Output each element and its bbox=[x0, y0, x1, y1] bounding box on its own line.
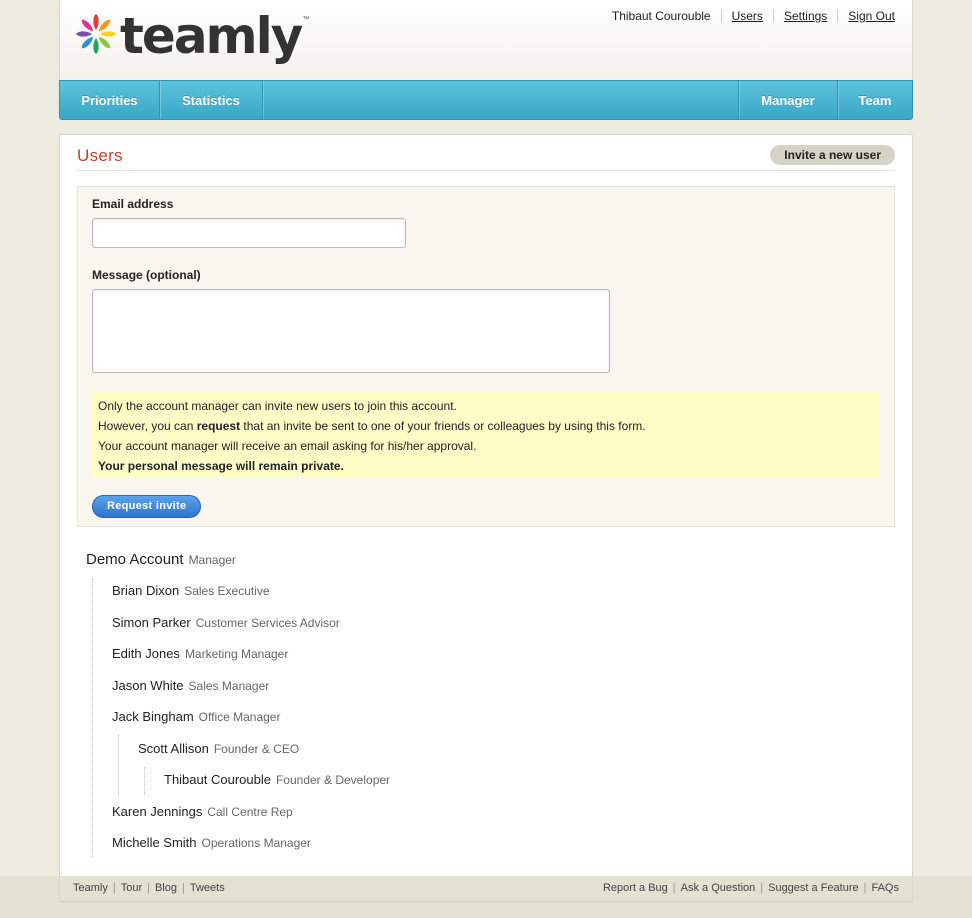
notice-line: However, you can request that an invite … bbox=[98, 419, 646, 433]
tree-member: Karen Jennings Call Centre Rep bbox=[112, 804, 293, 819]
footer: Teamly | Tour | Blog | Tweets Report a Bug |… bbox=[0, 876, 972, 918]
member-name[interactable]: Jack Bingham bbox=[112, 709, 194, 724]
footer-link-tour[interactable]: Tour bbox=[121, 882, 142, 894]
title-divider bbox=[77, 170, 895, 171]
footer-link-blog[interactable]: Blog bbox=[155, 882, 177, 894]
content-panel: Users Invite a new user Email address Me… bbox=[59, 134, 913, 903]
nav-divider bbox=[262, 81, 263, 119]
footer-link-suggest-feature[interactable]: Suggest a Feature bbox=[768, 882, 859, 894]
invite-notice: Only the account manager can invite new … bbox=[92, 391, 880, 477]
member-role: Sales Manager bbox=[188, 678, 270, 693]
footer-link-teamly[interactable]: Teamly bbox=[73, 882, 108, 894]
tree-member: Edith Jones Marketing Manager bbox=[112, 646, 288, 661]
tree-root: Demo Account Manager bbox=[86, 551, 236, 568]
tree-member: Jack Bingham Office Manager bbox=[112, 709, 280, 724]
tree-guide-line bbox=[118, 735, 119, 795]
member-role: Sales Executive bbox=[184, 584, 270, 598]
teamly-logo[interactable]: teamly ™ bbox=[76, 7, 310, 72]
current-username: Thibaut Courouble bbox=[611, 9, 711, 23]
account-name[interactable]: Demo Account bbox=[86, 551, 184, 568]
nav-manager[interactable]: Manager bbox=[739, 81, 837, 119]
member-name[interactable]: Jason White bbox=[112, 678, 184, 693]
email-field[interactable] bbox=[92, 218, 406, 248]
member-role: Marketing Manager bbox=[184, 647, 289, 661]
member-role: Customer Services Advisor bbox=[195, 615, 340, 630]
tree-member: Thibaut Courouble Founder & Developer bbox=[164, 772, 390, 787]
invite-form: Email address Message (optional) Only th… bbox=[77, 186, 895, 527]
settings-link[interactable]: Settings bbox=[784, 9, 827, 23]
invite-new-user-button[interactable]: Invite a new user bbox=[770, 145, 895, 165]
tree-member: Jason White Sales Manager bbox=[112, 678, 269, 693]
member-role: Founder & CEO bbox=[213, 741, 300, 756]
footer-link-tweets[interactable]: Tweets bbox=[190, 882, 225, 894]
nav-statistics[interactable]: Statistics bbox=[160, 81, 262, 119]
footer-link-faqs[interactable]: FAQs bbox=[871, 882, 899, 894]
member-name[interactable]: Scott Allison bbox=[138, 741, 209, 756]
email-label: Email address bbox=[92, 197, 174, 211]
member-name[interactable]: Simon Parker bbox=[112, 615, 191, 630]
member-role: Office Manager bbox=[198, 710, 281, 724]
request-invite-button[interactable]: Request invite bbox=[92, 495, 202, 518]
member-name[interactable]: Karen Jennings bbox=[112, 804, 202, 819]
member-name[interactable]: Brian Dixon bbox=[112, 583, 179, 598]
message-label: Message (optional) bbox=[92, 268, 201, 282]
tree-guide-line bbox=[144, 767, 145, 795]
tree-member: Brian Dixon Sales Executive bbox=[112, 583, 270, 598]
header: teamly ™ Thibaut Courouble Users Setting… bbox=[59, 0, 913, 80]
user-nav: Thibaut Courouble Users Settings Sign Ou… bbox=[612, 9, 895, 23]
footer-links-right: Report a Bug | Ask a Question | Suggest a … bbox=[602, 882, 899, 894]
footer-link-report-bug[interactable]: Report a Bug bbox=[603, 882, 668, 894]
member-name[interactable]: Edith Jones bbox=[112, 646, 180, 661]
account-role: Manager bbox=[188, 553, 236, 567]
trademark-symbol: ™ bbox=[302, 16, 310, 23]
sign-out-link[interactable]: Sign Out bbox=[848, 9, 895, 23]
nav-team[interactable]: Team bbox=[838, 81, 912, 119]
notice-line: Only the account manager can invite new … bbox=[98, 399, 457, 413]
member-role: Operations Manager bbox=[201, 836, 311, 850]
footer-bar: Teamly | Tour | Blog | Tweets Report a Bug |… bbox=[59, 876, 913, 902]
member-role: Founder & Developer bbox=[275, 773, 391, 787]
main-nav: Priorities Statistics Manager Team bbox=[59, 80, 913, 120]
footer-links-left: Teamly | Tour | Blog | Tweets bbox=[73, 882, 225, 894]
page-wrapper: teamly ™ Thibaut Courouble Users Setting… bbox=[59, 0, 913, 903]
notice-line: Your personal message will remain privat… bbox=[98, 459, 344, 473]
tree-member: Simon Parker Customer Services Advisor bbox=[112, 615, 340, 630]
member-name[interactable]: Thibaut Courouble bbox=[164, 772, 271, 787]
logo-wordmark: teamly bbox=[120, 7, 303, 65]
message-textarea[interactable] bbox=[92, 289, 610, 373]
member-role: Call Centre Rep bbox=[207, 804, 293, 819]
tree-member: Scott Allison Founder & CEO bbox=[138, 741, 299, 756]
tree-member: Michelle Smith Operations Manager bbox=[112, 835, 311, 850]
nav-priorities[interactable]: Priorities bbox=[60, 81, 159, 119]
member-name[interactable]: Michelle Smith bbox=[112, 835, 197, 850]
users-link[interactable]: Users bbox=[732, 9, 763, 23]
page-title: Users bbox=[77, 146, 123, 165]
teamly-flower-icon bbox=[76, 14, 116, 54]
footer-link-ask-question[interactable]: Ask a Question bbox=[681, 882, 756, 894]
tree-guide-line bbox=[92, 579, 93, 857]
notice-line: Your account manager will receive an ema… bbox=[98, 439, 477, 453]
